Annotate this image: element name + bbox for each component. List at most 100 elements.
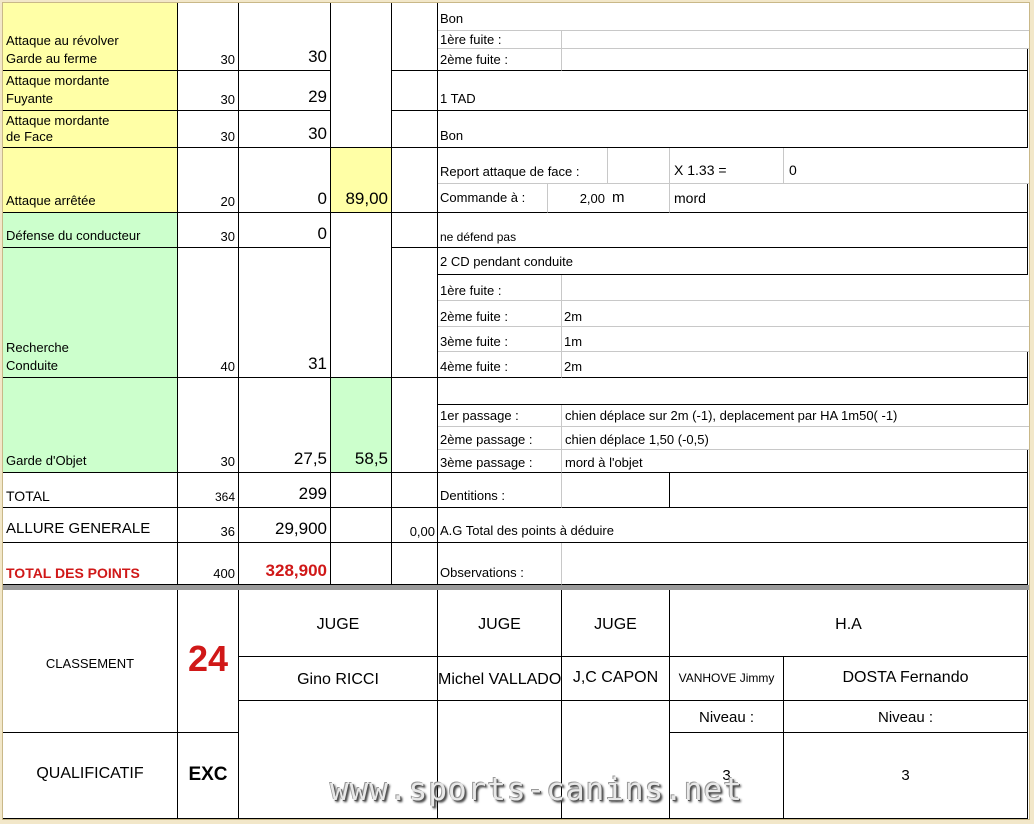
row-face-label: Attaque mordante de Face: [3, 111, 178, 148]
niveau-1-label: Niveau :: [698, 709, 755, 726]
total-blank-2: [392, 473, 438, 508]
niveau-2-label-cell: Niveau :: [784, 701, 1028, 733]
garde-score: 27,5: [293, 449, 327, 468]
recherche-score: 31: [308, 354, 327, 373]
row-arretee-label: Attaque arrêtée: [3, 148, 178, 213]
total-score: 299: [298, 484, 327, 503]
dentition-value-cell: [562, 473, 670, 508]
fuyante-score-cell: 29: [239, 71, 331, 111]
attack-subtotal-cell-top: [331, 3, 392, 148]
face-blank-cell: [392, 111, 438, 148]
recherche-note-cell: 2 CD pendant conduite: [438, 248, 1028, 275]
r-fuite-4-value-cell: 2m: [562, 352, 1028, 378]
judge-3-name-cell: J,C CAPON: [562, 657, 670, 701]
row-allure-label: ALLURE GENERALE: [3, 508, 178, 543]
defense-score-cell: 0: [239, 213, 331, 248]
passage-1-value: chien déplace sur 2m (-1), deplacement p…: [565, 408, 898, 423]
face-label-1: Attaque mordante: [6, 113, 110, 128]
arretee-score-cell: 0: [239, 148, 331, 213]
points-label: TOTAL DES POINTS: [6, 565, 140, 581]
row-face-text: Attaque mordante de Face: [6, 113, 109, 145]
ha-2-name-cell: DOSTA Fernando: [784, 657, 1028, 701]
garde-max: 30: [220, 454, 235, 469]
passage-2-value: chien déplace 1,50 (-0,5): [565, 432, 709, 447]
recherche-note: 2 CD pendant conduite: [440, 254, 573, 269]
fuite-2-label-cell: 2ème fuite :: [438, 49, 562, 71]
points-score-cell: 328,900: [239, 543, 331, 585]
points-score: 328,900: [265, 561, 327, 580]
command-note-cell: mord: [670, 184, 1028, 213]
fuite-1-value-cell: [562, 31, 1029, 49]
recherche-score-cell: 31: [239, 248, 331, 378]
r-fuite-3-value: 1m: [564, 334, 583, 349]
report-value: 0: [789, 162, 797, 178]
r-fuite-1-label: 1ère fuite :: [440, 283, 502, 298]
judge-1-title-cell: JUGE: [239, 590, 438, 657]
face-max: 30: [220, 129, 235, 144]
garde-label: Garde d'Objet: [6, 453, 87, 468]
revolver-blank-cell: [392, 3, 438, 71]
report-input-cell: [608, 148, 670, 184]
allure-blank: [331, 508, 392, 543]
allure-deduct-cell: 0,00: [392, 508, 438, 543]
row-recherche-text: Recherche Conduite: [6, 339, 69, 375]
face-label-2: de Face: [6, 129, 53, 144]
face-score: 30: [308, 124, 327, 143]
dentition-label: Dentitions :: [440, 488, 506, 503]
revolver-score-cell: 30: [239, 3, 331, 71]
row-defense-label: Défense du conducteur: [3, 213, 178, 248]
recherche-max-cell: 40: [178, 248, 239, 378]
allure-deduct-label: A.G Total des points à déduire: [440, 523, 614, 538]
arretee-label: Attaque arrêtée: [6, 193, 96, 208]
qualif-value: EXC: [188, 764, 228, 785]
command-value-cell: 2,00: [548, 184, 608, 213]
passage-1-label: 1er passage :: [440, 408, 519, 423]
command-note: mord: [674, 190, 706, 206]
r-fuite-3-label: 3ème fuite :: [440, 334, 508, 349]
defense-label: Défense du conducteur: [6, 228, 141, 243]
command-unit: m: [612, 189, 625, 206]
judge-3-title: JUGE: [594, 616, 637, 633]
fuyante-label-2: Fuyante: [6, 91, 53, 106]
garde-max-cell: 30: [178, 378, 239, 473]
defense-max: 30: [220, 229, 235, 244]
garde-blank-cell: [392, 378, 438, 473]
top-fuite-1-label: 1ère fuite :: [440, 32, 502, 47]
ha-2-name: DOSTA Fernando: [842, 669, 969, 686]
allure-score: 29,900: [275, 519, 327, 538]
revolver-label-1: Attaque au révolver: [6, 33, 119, 48]
fuyante-note: 1 TAD: [440, 91, 476, 106]
face-max-cell: 30: [178, 111, 239, 148]
command-label-cell: Commande à :: [438, 184, 548, 213]
ha-title: H.A: [835, 616, 862, 633]
arretee-max-cell: 20: [178, 148, 239, 213]
command-label: Commande à :: [440, 190, 526, 205]
judge-2-title: JUGE: [478, 616, 521, 633]
judge-2-name: Michel VALLADON: [438, 671, 562, 688]
face-note-cell: Bon: [438, 111, 1028, 148]
recherche-label-1: Recherche: [6, 340, 69, 355]
attack-subtotal-cell: 89,00: [331, 148, 392, 213]
fuite-1-label-cell: 1ère fuite :: [438, 31, 562, 49]
row-fuyante-label: Attaque mordante Fuyante: [3, 71, 178, 111]
row-garde-label: Garde d'Objet: [3, 378, 178, 473]
revolver-score: 30: [308, 47, 327, 66]
revolver-note: Bon: [440, 11, 464, 26]
total-label: TOTAL: [6, 488, 50, 504]
fuyante-score: 29: [308, 87, 327, 106]
classement-label: CLASSEMENT: [45, 656, 135, 671]
attack-subtotal: 89,00: [345, 189, 388, 208]
arretee-score: 0: [317, 189, 327, 208]
observations-label: Observations :: [440, 565, 524, 580]
fuite-2-value-cell: [562, 49, 1028, 71]
row-revolver-label: Attaque au révolver Garde au ferme: [3, 3, 178, 71]
row-points-label: TOTAL DES POINTS: [3, 543, 178, 585]
classement-value: 24: [187, 638, 229, 679]
defense-note-cell: ne défend pas: [438, 213, 1028, 248]
r-fuite-2-value-cell: 2m: [562, 301, 1029, 327]
score-sheet: Attaque au révolver Garde au ferme 30 30 …: [2, 2, 1030, 820]
report-label: Report attaque de face :: [440, 164, 580, 179]
multiplier-cell: X 1.33 =: [670, 148, 784, 184]
ha-1-name: VANHOVE Jimmy: [678, 671, 775, 685]
r-fuite-1-label-cell: 1ère fuite :: [438, 275, 562, 301]
